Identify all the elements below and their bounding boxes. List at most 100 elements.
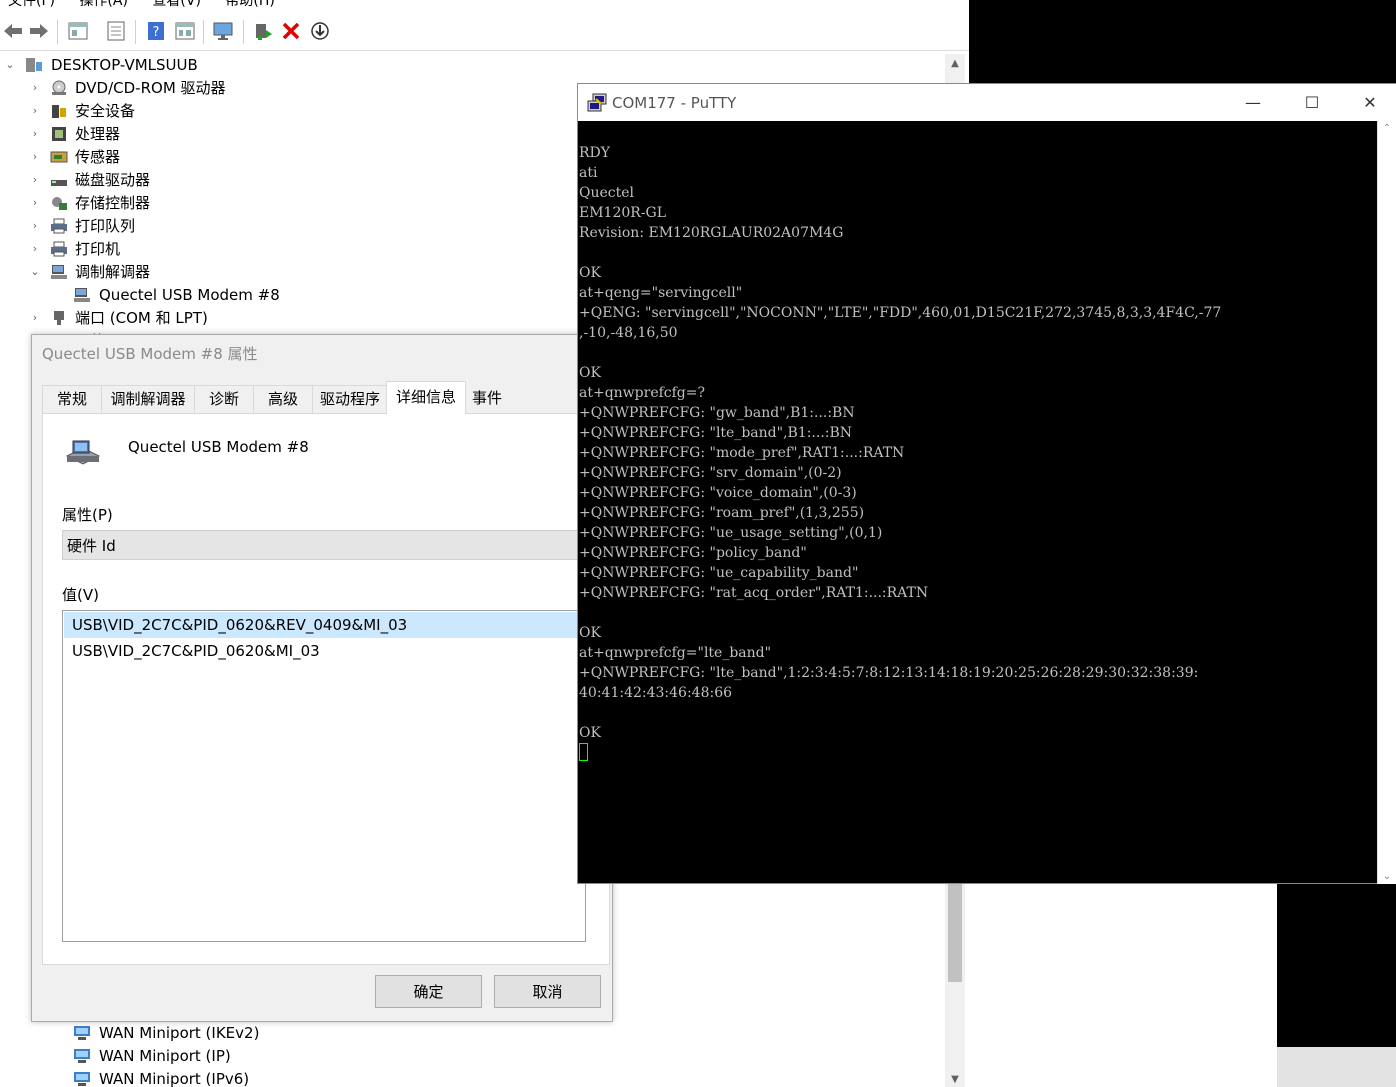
expand-icon[interactable]: › [29, 192, 41, 214]
tree-item-security[interactable]: › 安全设备 [0, 100, 400, 122]
tree-item-label: 打印机 [75, 240, 121, 258]
scroll-thumb[interactable] [948, 882, 962, 982]
help-icon[interactable]: ? [145, 20, 167, 42]
tree-item-label: 调制解调器 [75, 263, 151, 281]
cancel-button[interactable]: 取消 [494, 975, 601, 1008]
background-window [969, 884, 1277, 1087]
expand-icon[interactable]: › [29, 169, 41, 191]
tree-item-ports[interactable]: › 端口 (COM 和 LPT) [0, 307, 400, 329]
uninstall-icon[interactable] [280, 20, 302, 42]
ok-button[interactable]: 确定 [375, 975, 482, 1008]
value-row[interactable]: USB\VID_2C7C&PID_0620&MI_03 [64, 638, 585, 664]
collapse-icon[interactable]: ⌄ [4, 54, 16, 76]
terminal-output[interactable]: RDY ati Quectel EM120R-GL Revision: EM120RGL… [578, 121, 1379, 884]
tree-root-label: DESKTOP-VMLSUUB [51, 56, 198, 74]
terminal-line: +QNWPREFCFG: "voice_domain",(0-3) [579, 485, 857, 501]
collapse-icon[interactable]: ⌄ [29, 261, 41, 283]
port-icon [54, 311, 64, 325]
expand-icon[interactable]: › [29, 146, 41, 168]
tree-item-print-queue[interactable]: › 打印队列 [0, 215, 400, 237]
terminal-line: +QNWPREFCFG: "policy_band" [579, 545, 807, 561]
tab-modem[interactable]: 调制解调器 [101, 385, 195, 413]
dvd-icon [52, 80, 66, 95]
terminal-line: +QNWPREFCFG: "lte_band",B1:...:BN [579, 425, 853, 441]
tree-root[interactable]: ⌄ DESKTOP-VMLSUUB [0, 54, 400, 76]
property-label: 属性(P) [62, 506, 113, 524]
terminal-line: OK [579, 625, 601, 641]
tree-item-quectel-modem[interactable]: Quectel USB Modem #8 [0, 284, 400, 306]
tree-item-storage-controller[interactable]: › 存储控制器 [0, 192, 400, 214]
tree-item-label: DVD/CD-ROM 驱动器 [75, 79, 226, 97]
device-name: Quectel USB Modem #8 [128, 438, 309, 456]
maximize-icon[interactable]: ☐ [1289, 90, 1335, 116]
tree-item-label: 磁盘驱动器 [75, 171, 151, 189]
value-list[interactable]: USB\VID_2C7C&PID_0620&REV_0409&MI_03 USB… [62, 610, 586, 942]
modem-icon [51, 265, 67, 279]
close-icon[interactable]: ✕ [1347, 90, 1393, 116]
tree-item-label: 端口 (COM 和 LPT) [75, 309, 208, 327]
tab-details[interactable]: 详细信息 [386, 381, 466, 414]
property-select-value: 硬件 Id [67, 537, 116, 555]
tree-item-sensor[interactable]: › 传感器 [0, 146, 400, 168]
document-icon[interactable] [105, 20, 127, 42]
tab-diagnostics[interactable]: 诊断 [194, 385, 254, 413]
menu-file[interactable]: 文件(F) [8, 0, 55, 12]
expand-icon[interactable]: › [29, 215, 41, 237]
terminal-line: +QNWPREFCFG: "rat_acq_order",RAT1:...:RA… [579, 585, 929, 601]
tree-item-dvd[interactable]: › DVD/CD-ROM 驱动器 [0, 77, 400, 99]
update-driver-icon[interactable] [252, 20, 274, 42]
scroll-up-icon[interactable]: ⌃ [1378, 123, 1396, 134]
modem-device-icon [65, 440, 101, 465]
minimize-icon[interactable]: — [1230, 90, 1276, 116]
menu-action[interactable]: 操作(A) [79, 0, 128, 12]
properties-icon[interactable] [67, 20, 89, 42]
tree-item-wan-ip[interactable]: WAN Miniport (IP) [0, 1045, 400, 1067]
tab-general[interactable]: 常规 [42, 385, 102, 413]
computer-icon [26, 58, 42, 72]
tree-item-wan-ipv6[interactable]: WAN Miniport (IPv6) [0, 1068, 400, 1087]
property-select[interactable]: 硬件 Id ⌄ [62, 530, 602, 560]
tree-item-disk[interactable]: › 磁盘驱动器 [0, 169, 400, 191]
terminal-line: +QNWPREFCFG: "srv_domain",(0-2) [579, 465, 842, 481]
scroll-up-icon[interactable]: ▲ [945, 58, 965, 69]
tab-events[interactable]: 事件 [465, 385, 509, 412]
download-icon[interactable] [309, 20, 331, 42]
tree-item-label: WAN Miniport (IKEv2) [99, 1024, 260, 1042]
disk-icon [51, 180, 67, 186]
menu-help[interactable]: 帮助(H) [225, 0, 274, 12]
network-adapter-icon [74, 1072, 90, 1086]
tree-item-modem[interactable]: ⌄ 调制解调器 [0, 261, 400, 283]
putty-window: COM177 - PuTTY — ☐ ✕ RDY ati Quectel EM120R… [577, 83, 1396, 884]
monitor-icon[interactable] [212, 20, 234, 42]
value-row[interactable]: USB\VID_2C7C&PID_0620&REV_0409&MI_03 [64, 612, 585, 638]
terminal-line: OK [579, 265, 601, 281]
tree-item-label: 传感器 [75, 148, 121, 166]
background-strip [1277, 1047, 1396, 1087]
tree-item-printer[interactable]: › 打印机 [0, 238, 400, 260]
tab-advanced[interactable]: 高级 [253, 385, 313, 413]
terminal-line: OK [579, 725, 601, 741]
menu-view[interactable]: 查看(V) [152, 0, 201, 12]
terminal-line: at+qeng="servingcell" [579, 285, 743, 301]
terminal-scrollbar[interactable]: ⌃ ⌄ [1377, 121, 1396, 884]
forward-icon[interactable] [28, 20, 50, 42]
scroll-down-icon[interactable]: ▼ [945, 1074, 965, 1085]
expand-icon[interactable]: › [29, 307, 41, 329]
view-icon[interactable] [174, 20, 196, 42]
expand-icon[interactable]: › [29, 100, 41, 122]
tree-item-wan-ikev2[interactable]: WAN Miniport (IKEv2) [0, 1022, 400, 1044]
terminal-line: Revision: EM120RGLAUR02A07M4G [579, 225, 844, 241]
dialog-title: Quectel USB Modem #8 属性 [42, 345, 258, 363]
back-icon[interactable] [2, 20, 24, 42]
tree-item-processor[interactable]: › 处理器 [0, 123, 400, 145]
tree-item-label: WAN Miniport (IP) [99, 1047, 231, 1065]
menu-bar: 文件(F) 操作(A) 查看(V) 帮助(H) [0, 0, 969, 12]
expand-icon[interactable]: › [29, 123, 41, 145]
tab-driver[interactable]: 驱动程序 [312, 385, 388, 413]
expand-icon[interactable]: › [29, 77, 41, 99]
putty-titlebar: COM177 - PuTTY — ☐ ✕ [578, 84, 1396, 121]
expand-icon[interactable]: › [29, 238, 41, 260]
terminal-line: 40:41:42:43:46:48:66 [579, 685, 733, 701]
scroll-down-icon[interactable]: ⌄ [1378, 871, 1396, 882]
tree-item-label: WAN Miniport (IPv6) [99, 1070, 250, 1087]
